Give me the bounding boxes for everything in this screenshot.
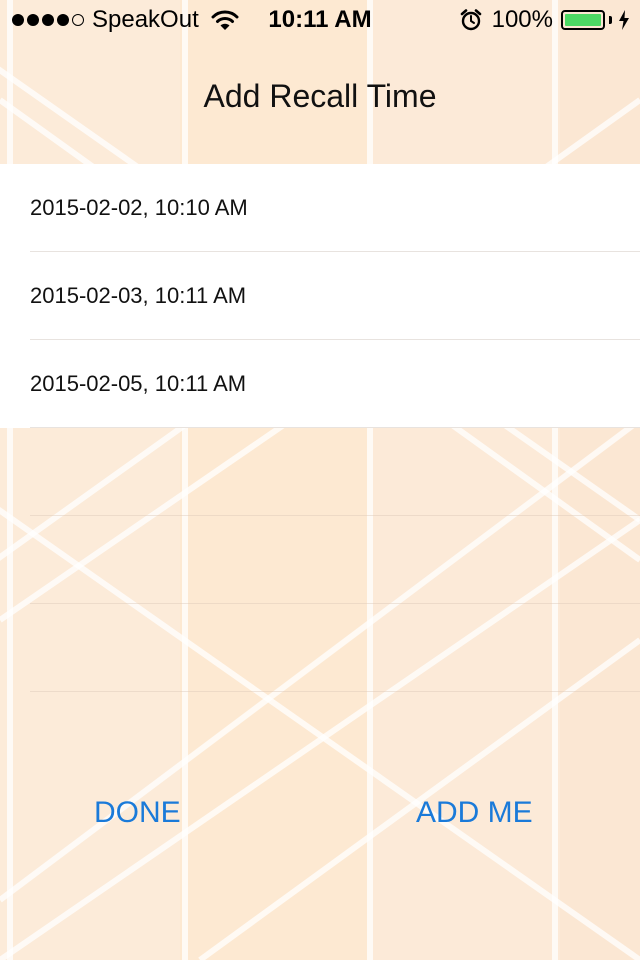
- battery-percent: 100%: [491, 6, 553, 33]
- list-item[interactable]: 2015-02-02, 10:10 AM: [0, 164, 640, 252]
- battery-terminal: [609, 16, 612, 24]
- status-bar: SpeakOut 10:11 AM 100%: [0, 0, 640, 40]
- battery-level-fill: [565, 14, 601, 26]
- page-title: Add Recall Time: [203, 78, 437, 114]
- bolt-icon: [619, 10, 629, 30]
- list-item[interactable]: 2015-02-05, 10:11 AM: [0, 340, 640, 428]
- add-me-button[interactable]: ADD ME: [416, 790, 533, 836]
- recall-time-text: 2015-02-02, 10:10 AM: [30, 195, 248, 220]
- status-right: 100%: [460, 6, 630, 34]
- empty-list-row: [0, 428, 640, 516]
- done-button[interactable]: DONE: [94, 790, 181, 836]
- battery-icon: [561, 10, 605, 30]
- recall-time-list: 2015-02-02, 10:10 AM 2015-02-03, 10:11 A…: [0, 164, 640, 692]
- recall-time-text: 2015-02-03, 10:11 AM: [30, 283, 247, 308]
- recall-time-text: 2015-02-05, 10:11 AM: [30, 371, 247, 396]
- list-item[interactable]: 2015-02-03, 10:11 AM: [0, 252, 640, 340]
- empty-list-row: [0, 516, 640, 604]
- empty-list-row: [0, 604, 640, 692]
- alarm-clock-icon: [460, 9, 481, 31]
